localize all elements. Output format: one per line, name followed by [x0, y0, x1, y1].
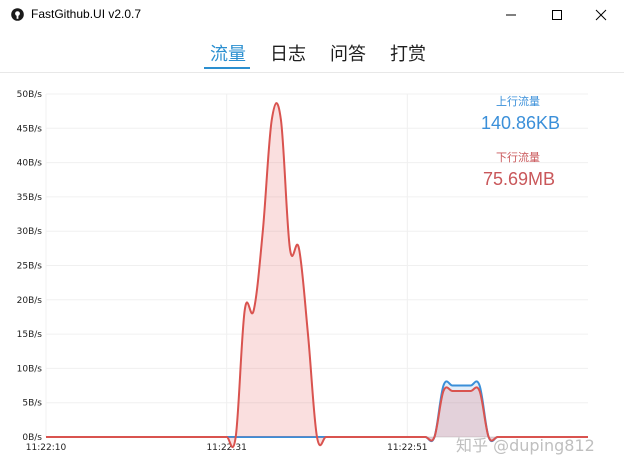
minimize-button[interactable]	[488, 0, 534, 30]
y-tick-label: 40B/s	[17, 159, 43, 169]
watermark-text: 知乎 @duping812	[456, 436, 595, 455]
y-tick-label: 45B/s	[17, 124, 43, 134]
active-tab-indicator	[204, 67, 250, 69]
download-value: 75.69MB	[483, 169, 556, 189]
x-tick-label: 11:22:51	[387, 443, 427, 453]
tab-logs[interactable]: 日志	[270, 40, 306, 66]
maximize-button[interactable]	[534, 0, 580, 30]
y-tick-label: 0B/s	[22, 433, 42, 443]
title-bar: FastGithub.UI v2.0.7	[0, 0, 624, 30]
upload-value: 140.86KB	[481, 113, 561, 133]
y-tick-label: 5B/s	[22, 399, 42, 409]
minimize-icon	[506, 14, 516, 16]
tab-donate[interactable]: 打赏	[390, 40, 426, 66]
y-tick-label: 50B/s	[17, 90, 43, 100]
x-tick-label: 11:22:10	[26, 443, 67, 453]
traffic-chart-area: 0B/s 5B/s 10B/s 15B/s 20B/s 25B/s 30B/s 35B/s 40…	[0, 72, 624, 473]
download-label: 下行流量	[496, 151, 540, 164]
y-tick-label: 20B/s	[17, 296, 43, 306]
y-tick-label: 15B/s	[17, 330, 43, 340]
tab-qa[interactable]: 问答	[330, 40, 366, 66]
tab-bar: 流量 日志 问答 打赏	[0, 36, 624, 72]
x-tick-label: 11:22:31	[206, 443, 246, 453]
upload-label: 上行流量	[496, 95, 540, 108]
app-logo-icon	[11, 8, 24, 21]
y-tick-label: 10B/s	[17, 364, 43, 374]
maximize-icon	[552, 10, 562, 20]
window-title: FastGithub.UI v2.0.7	[31, 7, 142, 21]
y-tick-label: 25B/s	[17, 262, 43, 272]
y-tick-label: 30B/s	[17, 227, 43, 237]
close-button[interactable]	[578, 0, 624, 30]
y-tick-label: 35B/s	[17, 193, 43, 203]
close-icon	[595, 9, 607, 21]
tab-traffic[interactable]: 流量	[210, 40, 246, 66]
